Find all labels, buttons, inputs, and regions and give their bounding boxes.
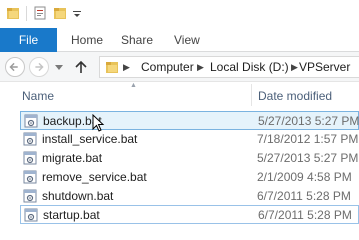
column-header-name[interactable]: Name	[22, 89, 54, 103]
list-item[interactable]: backup.bat 5/27/2013 5:27 PM	[20, 111, 359, 130]
up-arrow-icon[interactable]	[73, 59, 89, 75]
file-date-modified: 2/1/2009 4:58 PM	[257, 170, 352, 184]
file-date-modified: 5/27/2013 5:27 PM	[258, 114, 359, 128]
tab-view[interactable]: View	[174, 28, 200, 52]
navigation-bar: ▶ Computer ▶ Local Disk (D:) ▶ VPServer	[0, 52, 359, 82]
address-bar[interactable]: ▶ Computer ▶ Local Disk (D:) ▶ VPServer	[99, 56, 359, 78]
new-folder-icon[interactable]	[53, 6, 67, 20]
column-divider[interactable]	[251, 84, 252, 106]
file-date-modified: 5/27/2013 5:27 PM	[257, 151, 359, 165]
file-date-modified: 6/7/2011 5:28 PM	[257, 189, 351, 203]
tab-share[interactable]: Share	[121, 28, 153, 52]
tab-file[interactable]: File	[0, 28, 57, 52]
list-item[interactable]: shutdown.bat 6/7/2011 5:28 PM	[20, 187, 359, 206]
column-headers: ▲ Name Date modified	[0, 82, 359, 110]
list-item[interactable]: migrate.bat 5/27/2013 5:27 PM	[20, 149, 359, 168]
list-item[interactable]: remove_service.bat 2/1/2009 4:58 PM	[20, 168, 359, 187]
properties-icon[interactable]	[33, 6, 47, 20]
recent-locations-dropdown-icon[interactable]	[54, 63, 64, 71]
forward-arrow-icon[interactable]	[29, 57, 49, 77]
breadcrumb-computer[interactable]: Computer	[141, 57, 194, 77]
list-item[interactable]: install_service.bat 7/18/2012 1:57 PM	[20, 130, 359, 149]
sort-caret-icon: ▲	[130, 82, 137, 89]
file-name: remove_service.bat	[42, 170, 147, 184]
breadcrumb-local-disk[interactable]: Local Disk (D:)	[210, 57, 289, 77]
mouse-pointer-icon	[92, 114, 105, 132]
toolbar-separator	[26, 6, 27, 21]
customize-dropdown-icon[interactable]	[72, 9, 82, 19]
batch-file-icon	[23, 170, 37, 184]
batch-file-icon	[24, 208, 38, 222]
ribbon-tabs: File Home Share View	[0, 28, 359, 52]
title-bar	[0, 0, 359, 28]
file-date-modified: 6/7/2011 5:28 PM	[258, 208, 352, 222]
file-date-modified: 7/18/2012 1:57 PM	[257, 132, 359, 146]
folder-icon	[106, 62, 118, 73]
batch-file-icon	[24, 114, 38, 128]
list-item[interactable]: startup.bat 6/7/2011 5:28 PM	[20, 205, 359, 224]
column-header-date-modified[interactable]: Date modified	[258, 89, 332, 103]
chevron-right-icon[interactable]: ▶	[123, 57, 130, 77]
file-name: startup.bat	[43, 208, 100, 222]
batch-file-icon	[23, 132, 37, 146]
folder-icon	[7, 8, 19, 19]
batch-file-icon	[23, 151, 37, 165]
file-name: migrate.bat	[42, 151, 103, 165]
chevron-right-icon[interactable]: ▶	[197, 57, 204, 77]
file-name: shutdown.bat	[42, 189, 114, 203]
batch-file-icon	[23, 189, 37, 203]
chevron-right-icon[interactable]: ▶	[291, 57, 298, 77]
back-arrow-icon[interactable]	[5, 57, 25, 77]
file-name: install_service.bat	[42, 132, 138, 146]
tab-home[interactable]: Home	[71, 28, 103, 52]
breadcrumb-vpserver[interactable]: VPServer	[299, 57, 350, 77]
